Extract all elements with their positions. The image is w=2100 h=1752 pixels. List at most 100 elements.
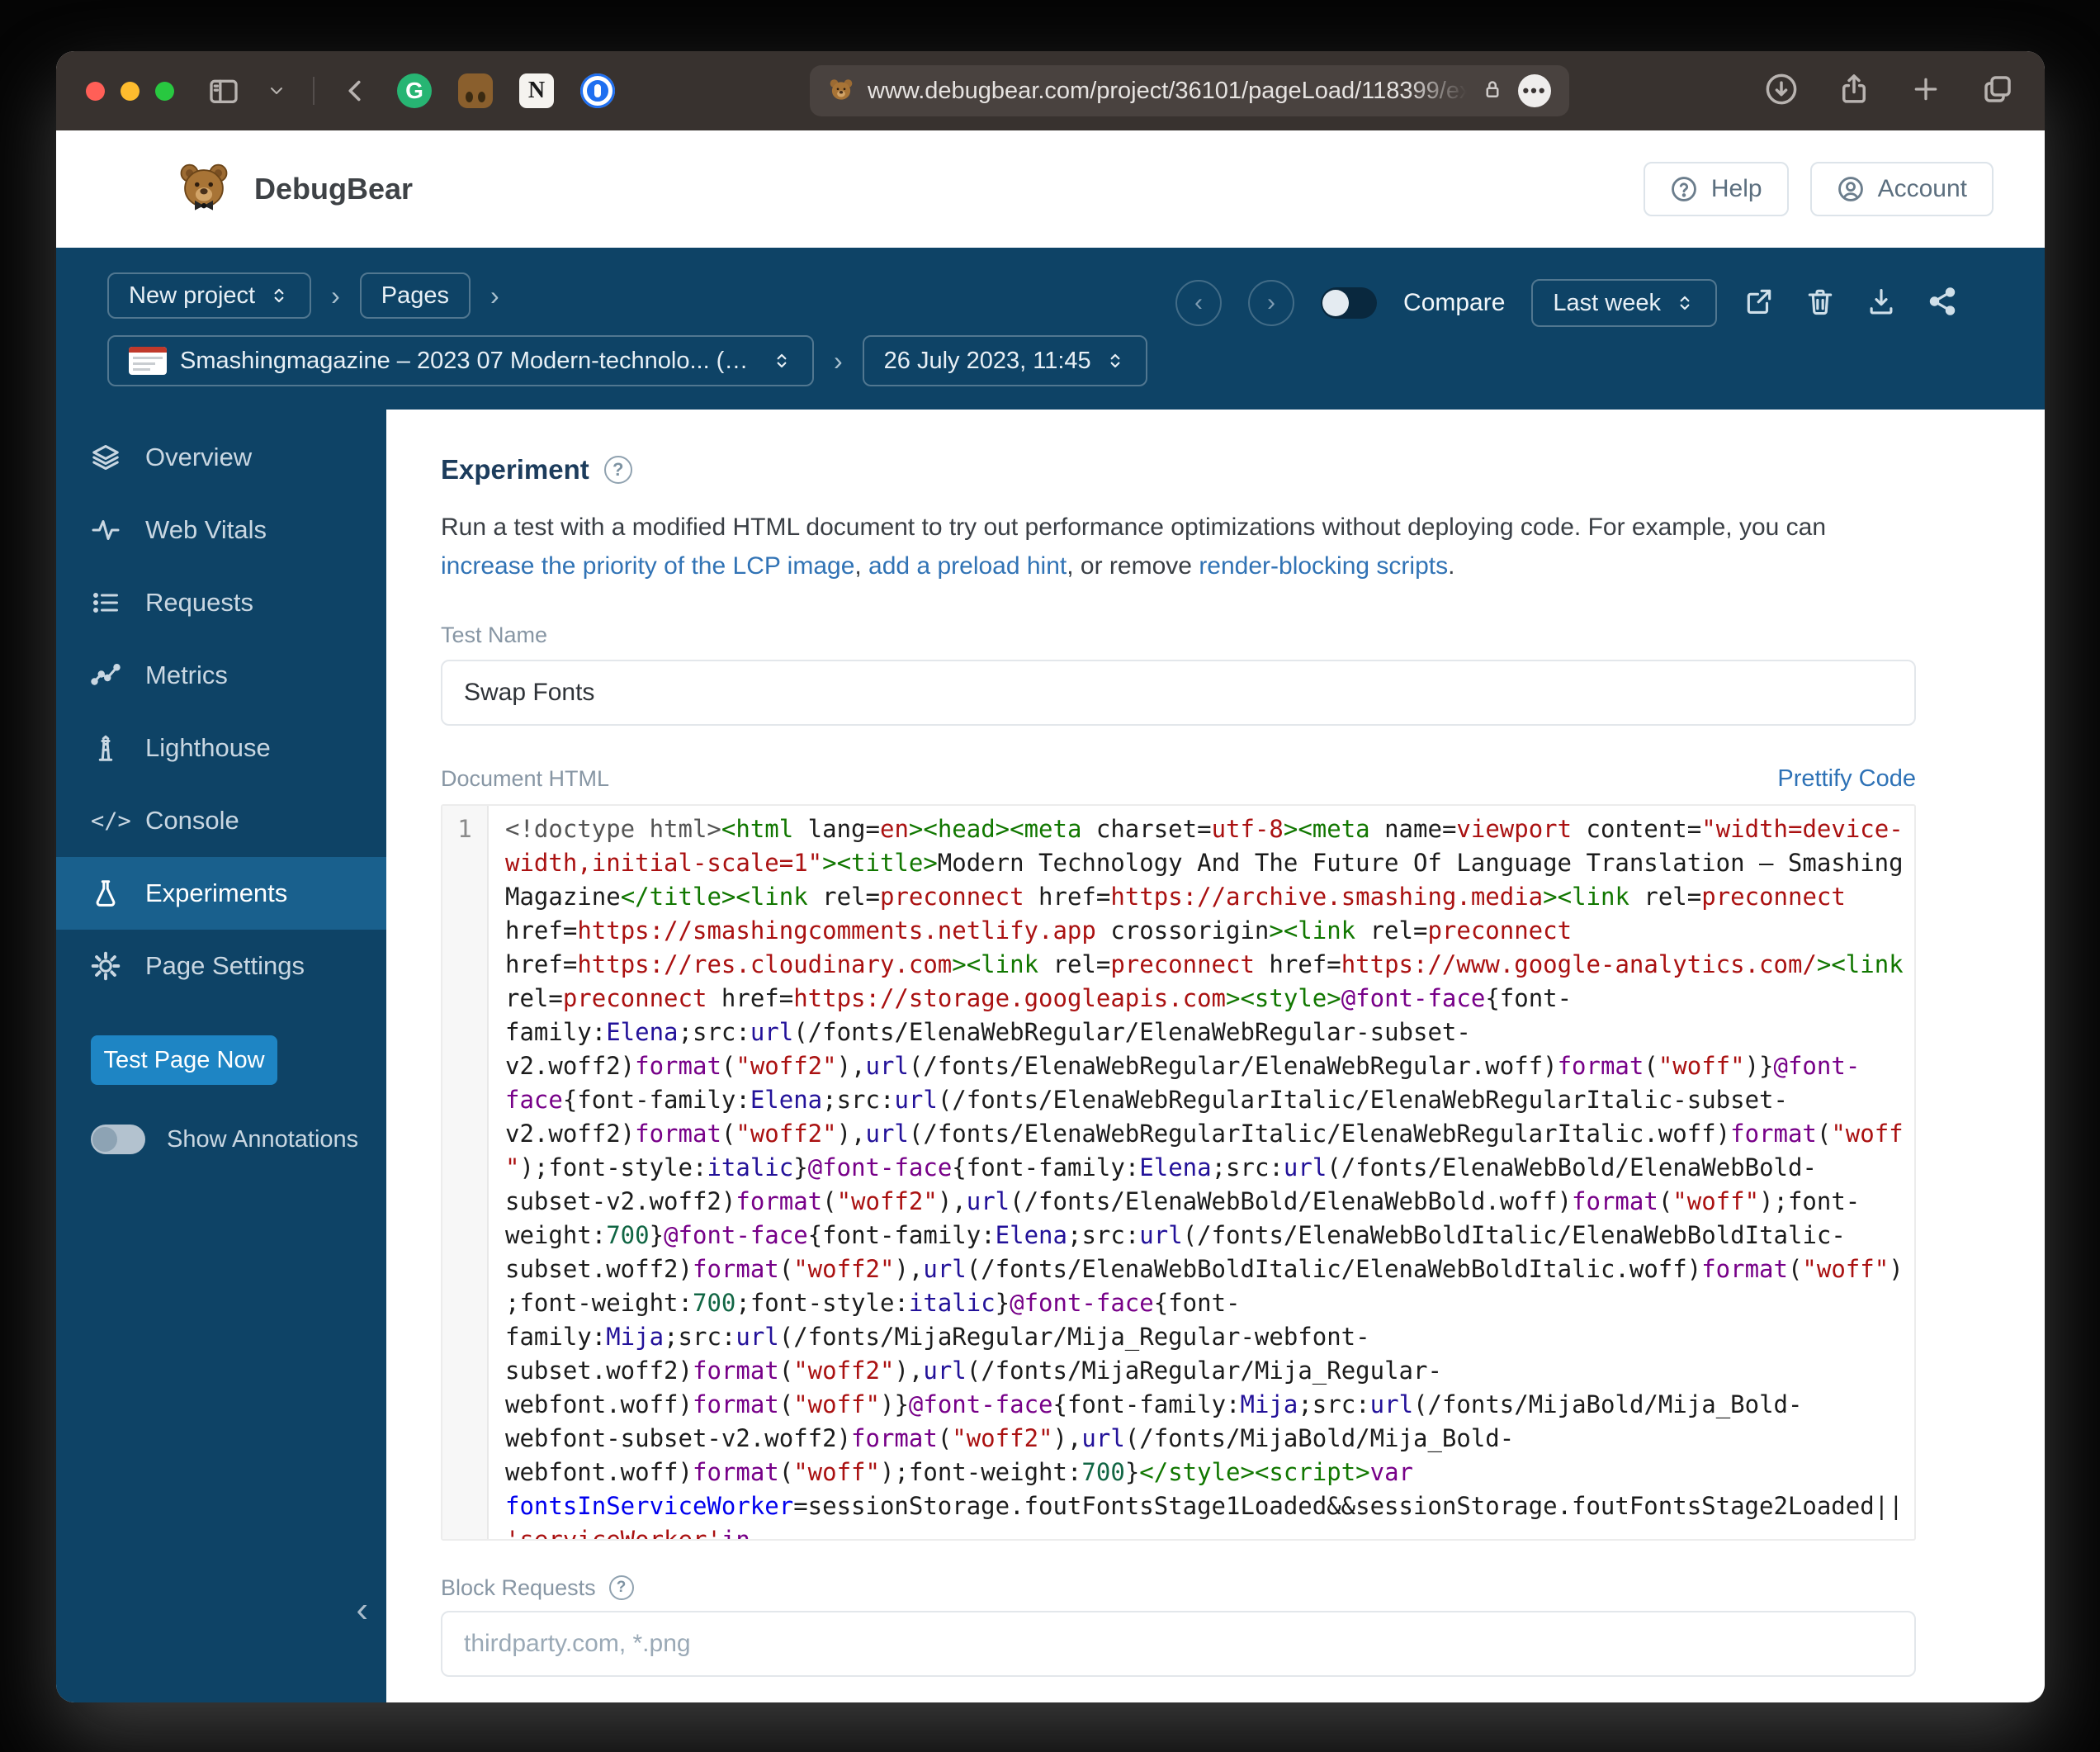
sidebar-item-web-vitals[interactable]: Web Vitals <box>56 494 386 566</box>
page-selector-label: Smashingmagazine – 2023 07 Modern-techno… <box>180 348 758 375</box>
project-dropdown-label: New project <box>129 282 255 310</box>
show-annotations-toggle[interactable] <box>91 1125 145 1154</box>
download-icon[interactable] <box>1866 286 1897 321</box>
chevrons-updown-icon <box>1104 350 1126 372</box>
help-circle-icon[interactable]: ? <box>604 456 632 484</box>
browser-window: G N www.debugbear.com/project/36101/page… <box>56 51 2045 1702</box>
project-dropdown[interactable]: New project <box>107 272 311 319</box>
browser-toolbar: G N www.debugbear.com/project/36101/page… <box>56 51 2045 130</box>
sidebar-item-page-settings[interactable]: Page Settings <box>56 930 386 1002</box>
url-text: www.debugbear.com/project/36101/pageLoad… <box>868 78 1467 105</box>
toolbar-right-icons <box>1764 72 2015 111</box>
description-link[interactable]: add a preload hint <box>868 552 1067 580</box>
sidebar-item-label: Overview <box>145 443 252 472</box>
prettify-code-link[interactable]: Prettify Code <box>1777 765 1916 793</box>
toolbar-left-icons: G N <box>207 73 615 108</box>
brand-title: DebugBear <box>254 172 413 206</box>
chevron-down-icon[interactable] <box>267 81 286 101</box>
notion-extension-icon[interactable]: N <box>519 73 554 108</box>
description-text: , <box>854 552 868 580</box>
test-date-dropdown[interactable]: 26 July 2023, 11:45 <box>863 335 1147 386</box>
open-external-icon[interactable] <box>1743 286 1775 321</box>
previous-result-button[interactable]: ‹ <box>1175 280 1222 326</box>
block-requests-input[interactable] <box>441 1611 1916 1677</box>
page-settings-ellipsis-icon[interactable]: ••• <box>1518 74 1551 107</box>
line-chart-icon <box>91 661 121 690</box>
result-action-icons <box>1743 286 1958 321</box>
document-html-label: Document HTML <box>441 766 609 792</box>
debugbear-logo <box>177 162 231 216</box>
chevrons-updown-icon <box>771 350 792 372</box>
sidebar-item-label: Metrics <box>145 661 228 690</box>
page-thumbnail <box>129 347 167 375</box>
new-tab-icon[interactable] <box>1909 73 1942 110</box>
gear-icon <box>91 951 121 981</box>
sidebar-item-console[interactable]: </> Console <box>56 784 386 857</box>
description-link[interactable]: render-blocking scripts <box>1199 552 1448 580</box>
test-page-now-button[interactable]: Test Page Now <box>91 1035 277 1085</box>
chevrons-updown-icon <box>1674 292 1696 314</box>
onepassword-extension-icon[interactable] <box>580 73 615 108</box>
lock-icon <box>1480 77 1505 106</box>
address-bar[interactable]: www.debugbear.com/project/36101/pageLoad… <box>810 65 1569 116</box>
code-brackets-icon: </> <box>91 808 121 834</box>
sidebar-item-label: Requests <box>145 588 253 618</box>
compare-toggle[interactable] <box>1321 287 1377 319</box>
test-name-input[interactable] <box>441 660 1916 726</box>
debugbear-extension-icon[interactable] <box>458 73 493 108</box>
breadcrumb-separator: › <box>834 346 843 376</box>
sidebar-item-experiments[interactable]: Experiments <box>56 857 386 930</box>
help-button[interactable]: Help <box>1644 162 1789 216</box>
grammarly-extension-icon[interactable]: G <box>397 73 432 108</box>
pages-button[interactable]: Pages <box>360 272 471 319</box>
collapse-sidebar-chevron[interactable]: ‹ <box>356 1592 368 1628</box>
sidebar-item-overview[interactable]: Overview <box>56 421 386 494</box>
delete-icon[interactable] <box>1804 286 1836 321</box>
account-button[interactable]: Account <box>1810 162 1994 216</box>
sidebar-toggle-icon[interactable] <box>207 74 240 107</box>
flask-icon <box>91 878 121 908</box>
back-button[interactable] <box>341 76 371 106</box>
sidebar-item-label: Page Settings <box>145 951 305 981</box>
html-code-editor: 1 <!doctype html><html lang=en><head><me… <box>441 804 1916 1541</box>
editor-gutter: 1 <box>442 806 489 1539</box>
page-title: Experiment <box>441 454 589 485</box>
sidebar-item-metrics[interactable]: Metrics <box>56 639 386 712</box>
breadcrumb-separator: › <box>331 281 340 311</box>
help-circle-icon[interactable]: ? <box>609 1575 634 1600</box>
experiment-panel: Experiment ? Run a test with a modified … <box>386 410 2045 1702</box>
show-annotations-row: Show Annotations <box>91 1125 386 1154</box>
test-name-label: Test Name <box>441 623 1952 648</box>
block-requests-label: Block Requests <box>441 1575 596 1601</box>
description-text: . <box>1448 552 1454 580</box>
compare-label: Compare <box>1403 289 1505 317</box>
description-text: , or remove <box>1067 552 1199 580</box>
downloads-icon[interactable] <box>1764 72 1799 111</box>
close-window-button[interactable] <box>86 82 105 101</box>
sidebar-item-requests[interactable]: Requests <box>56 566 386 639</box>
sidebar-item-lighthouse[interactable]: Lighthouse <box>56 712 386 784</box>
toolbar-divider <box>313 77 315 105</box>
next-result-button[interactable]: › <box>1248 280 1294 326</box>
show-annotations-label: Show Annotations <box>167 1126 358 1153</box>
share-icon[interactable] <box>1837 72 1871 111</box>
result-controls: ‹ › Compare Last week <box>1175 279 1958 327</box>
tab-overview-icon[interactable] <box>1980 72 2015 111</box>
window-controls <box>86 82 174 101</box>
editor-code-area[interactable]: <!doctype html><html lang=en><head><meta… <box>489 806 1914 1539</box>
account-button-label: Account <box>1878 175 1967 203</box>
range-dropdown[interactable]: Last week <box>1531 279 1717 327</box>
page-selector-dropdown[interactable]: Smashingmagazine – 2023 07 Modern-techno… <box>107 335 814 386</box>
sidebar-item-label: Lighthouse <box>145 733 271 763</box>
chevrons-updown-icon <box>268 285 290 306</box>
range-dropdown-label: Last week <box>1553 290 1661 317</box>
site-favicon-bear <box>828 78 854 104</box>
line-number: 1 <box>457 815 471 843</box>
lighthouse-icon <box>91 733 121 763</box>
layers-icon <box>91 443 121 472</box>
share-network-icon[interactable] <box>1927 286 1958 321</box>
minimize-window-button[interactable] <box>121 82 140 101</box>
zoom-window-button[interactable] <box>155 82 174 101</box>
test-date-label: 26 July 2023, 11:45 <box>884 348 1091 375</box>
description-link[interactable]: increase the priority of the LCP image <box>441 552 854 580</box>
